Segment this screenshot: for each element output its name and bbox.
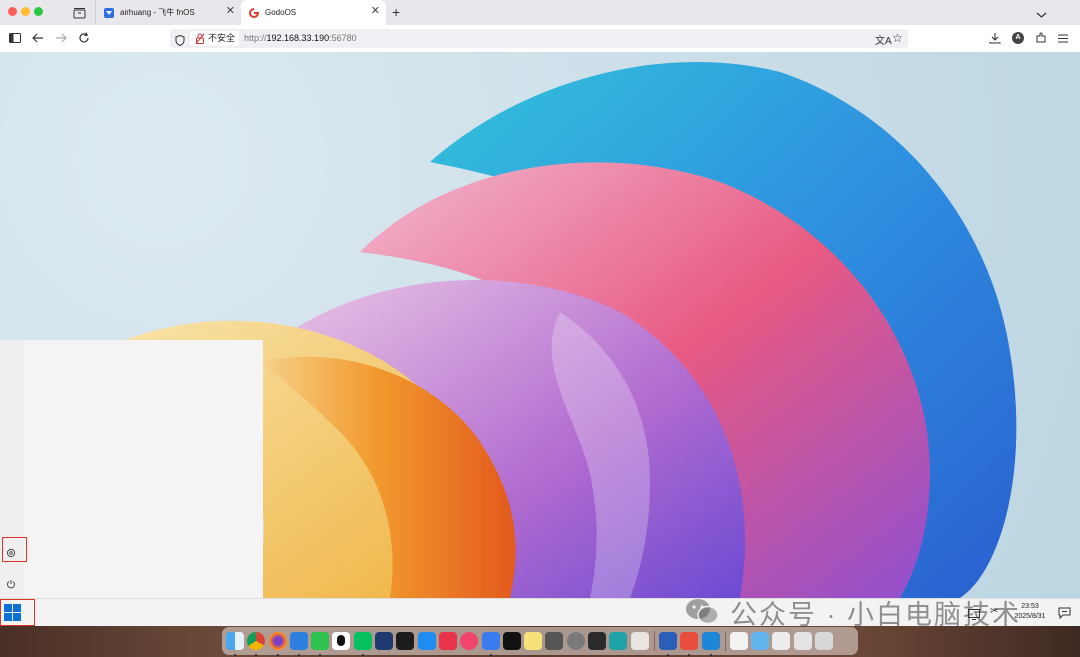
broken-lock-icon bbox=[195, 33, 205, 44]
start-highlight-box bbox=[0, 599, 35, 626]
terminal-icon[interactable] bbox=[502, 632, 521, 650]
feishu-icon[interactable] bbox=[417, 632, 436, 650]
address-bar[interactable]: 不安全 http://192.168.33.190:56780 文A ☆ bbox=[170, 29, 908, 48]
power-icon[interactable] bbox=[6, 576, 16, 594]
qq-icon[interactable] bbox=[332, 632, 351, 650]
app-pink-icon[interactable] bbox=[460, 632, 479, 650]
chrome-icon[interactable] bbox=[247, 632, 266, 656]
iphone-mirror-icon[interactable] bbox=[630, 632, 649, 650]
tab-title: GodoOS bbox=[265, 8, 297, 17]
forward-arrow-icon[interactable] bbox=[54, 31, 68, 45]
notes-icon[interactable] bbox=[524, 632, 543, 650]
back-arrow-icon[interactable] bbox=[31, 31, 45, 45]
close-tab-icon[interactable]: ✕ bbox=[371, 6, 380, 17]
calculator-icon[interactable] bbox=[545, 632, 564, 650]
word-icon[interactable] bbox=[658, 632, 677, 656]
close-tab-icon[interactable]: ✕ bbox=[226, 6, 235, 17]
xmind-icon[interactable] bbox=[680, 632, 699, 656]
tab-overview-icon[interactable] bbox=[73, 6, 86, 24]
url-host: 192.168.33.190 bbox=[266, 33, 330, 43]
tab-godoos[interactable]: GodoOS ✕ bbox=[241, 0, 386, 25]
downloads-folder-icon[interactable] bbox=[793, 632, 812, 650]
wechat-logo-icon bbox=[686, 599, 719, 625]
firefox-icon[interactable] bbox=[268, 632, 287, 656]
start-menu-panel bbox=[0, 340, 263, 598]
downloads-icon[interactable] bbox=[988, 31, 1002, 45]
notification-chat-icon[interactable] bbox=[1058, 606, 1071, 624]
vscode-icon[interactable] bbox=[701, 632, 720, 656]
minimize-window-button[interactable] bbox=[21, 7, 30, 16]
app-teal-icon[interactable] bbox=[609, 632, 628, 650]
activity-monitor-icon[interactable] bbox=[396, 632, 415, 650]
close-window-button[interactable] bbox=[8, 7, 17, 16]
bookmark-star-icon[interactable]: ☆ bbox=[892, 31, 903, 45]
url-prefix: http:// bbox=[244, 33, 267, 43]
documents-folder-icon[interactable] bbox=[729, 632, 748, 650]
dock-separator bbox=[653, 631, 655, 651]
menu-hamburger-icon[interactable] bbox=[1056, 31, 1070, 45]
tab-title: airhuang - 飞牛 fnOS bbox=[120, 8, 195, 17]
app-red-icon[interactable] bbox=[438, 632, 457, 650]
browser-tab-bar: airhuang - 飞牛 fnOS ✕ GodoOS ✕ + bbox=[0, 0, 1080, 25]
trash-icon[interactable] bbox=[815, 632, 834, 650]
sidebar-toggle-icon[interactable] bbox=[8, 31, 22, 45]
reload-icon[interactable] bbox=[77, 31, 91, 45]
folder-icon[interactable] bbox=[751, 632, 770, 650]
game-controller-icon[interactable] bbox=[588, 632, 607, 650]
not-secure-badge[interactable]: 不安全 bbox=[190, 31, 240, 46]
dock-separator bbox=[724, 631, 726, 651]
system-settings-icon[interactable] bbox=[566, 632, 585, 650]
url-port: :56780 bbox=[329, 33, 357, 43]
wechat-work-icon[interactable] bbox=[353, 632, 372, 656]
finder-icon[interactable] bbox=[226, 632, 244, 656]
new-tab-icon[interactable]: + bbox=[392, 4, 400, 20]
not-secure-label: 不安全 bbox=[208, 33, 236, 43]
translate-icon[interactable]: 文A bbox=[875, 32, 892, 47]
fnos-favicon-icon bbox=[104, 7, 114, 18]
mac-dock bbox=[222, 627, 858, 656]
shield-icon[interactable] bbox=[175, 33, 185, 51]
baidu-netdisk-icon[interactable] bbox=[481, 632, 500, 656]
downloader-icon[interactable] bbox=[375, 632, 394, 650]
godoos-favicon-icon bbox=[249, 7, 259, 18]
extensions-icon[interactable] bbox=[1034, 31, 1048, 45]
browser-nav-bar: 不安全 http://192.168.33.190:56780 文A ☆ A bbox=[0, 25, 1080, 53]
tab-airhuang-fnos[interactable]: airhuang - 飞牛 fnOS ✕ bbox=[95, 0, 241, 25]
account-avatar[interactable]: A bbox=[1011, 31, 1025, 45]
mail-folder-icon[interactable] bbox=[772, 632, 791, 650]
wechat-icon[interactable] bbox=[311, 632, 330, 656]
windows-app-icon[interactable] bbox=[289, 632, 308, 656]
settings-highlight-box bbox=[2, 537, 27, 562]
tab-list-chevron-icon[interactable] bbox=[1036, 6, 1047, 24]
zoom-window-button[interactable] bbox=[34, 7, 43, 16]
url-text[interactable]: http://192.168.33.190:56780 bbox=[244, 29, 357, 48]
